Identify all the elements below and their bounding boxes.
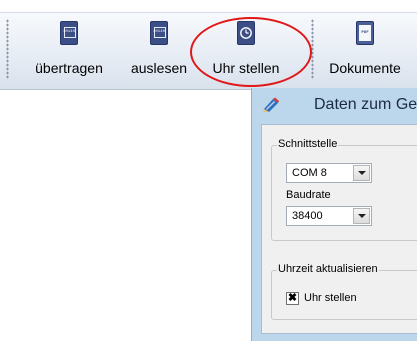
dialog-client-area: Schnittstelle COM 8 Baudrate 38400 Uhrze… bbox=[261, 124, 417, 334]
uhr-stellen-checkbox[interactable]: ✖ bbox=[286, 292, 299, 305]
dialog-title-bar[interactable]: Daten zum Ge bbox=[252, 88, 417, 122]
uhrzeit-group: Uhrzeit aktualisieren ✖ Uhr stellen bbox=[271, 263, 417, 320]
uebertragen-label: übertragen bbox=[35, 60, 103, 76]
com-port-select[interactable]: COM 8 bbox=[286, 163, 372, 183]
toolbar-grip[interactable] bbox=[6, 19, 9, 79]
dialog-title: Daten zum Ge bbox=[314, 96, 417, 113]
schnittstelle-group: Schnittstelle COM 8 Baudrate 38400 bbox=[271, 138, 417, 241]
uhr-stellen-label: Uhr stellen bbox=[212, 60, 280, 76]
top-strip bbox=[0, 0, 417, 12]
dokumente-label: Dokumente bbox=[329, 60, 401, 76]
chevron-down-icon bbox=[358, 171, 366, 175]
com-port-dropdown-button[interactable] bbox=[353, 165, 370, 181]
clock-file-icon bbox=[235, 21, 257, 47]
auslesen-label: auslesen bbox=[130, 60, 188, 76]
uebertragen-button[interactable]: 10110 übertragen bbox=[18, 13, 120, 89]
baudrate-select[interactable]: 38400 bbox=[286, 206, 372, 226]
dokumente-button[interactable]: PDF Dokumente bbox=[318, 13, 412, 89]
app-pencil-icon bbox=[262, 97, 280, 113]
uhrzeit-legend: Uhrzeit aktualisieren bbox=[277, 263, 379, 275]
toolbar: 10110 übertragen 10110 auslesen Uhr stel… bbox=[0, 12, 417, 90]
uhr-stellen-button[interactable]: Uhr stellen bbox=[196, 13, 296, 89]
baudrate-label: Baudrate bbox=[286, 189, 331, 201]
uhr-stellen-checkbox-label[interactable]: Uhr stellen bbox=[304, 292, 357, 304]
file-binary-icon: 10110 bbox=[148, 21, 170, 47]
schnittstelle-legend: Schnittstelle bbox=[277, 138, 339, 150]
auslesen-button[interactable]: 10110 auslesen bbox=[126, 13, 192, 89]
file-binary-icon: 10110 bbox=[58, 21, 80, 47]
com-port-value: COM 8 bbox=[292, 167, 327, 179]
dialog-window: Daten zum Ge Schnittstelle COM 8 Baudrat… bbox=[251, 88, 417, 341]
baudrate-value: 38400 bbox=[292, 210, 323, 222]
chevron-down-icon bbox=[358, 214, 366, 218]
pdf-file-icon: PDF bbox=[354, 21, 376, 47]
baudrate-dropdown-button[interactable] bbox=[353, 208, 370, 224]
toolbar-separator bbox=[311, 19, 314, 79]
